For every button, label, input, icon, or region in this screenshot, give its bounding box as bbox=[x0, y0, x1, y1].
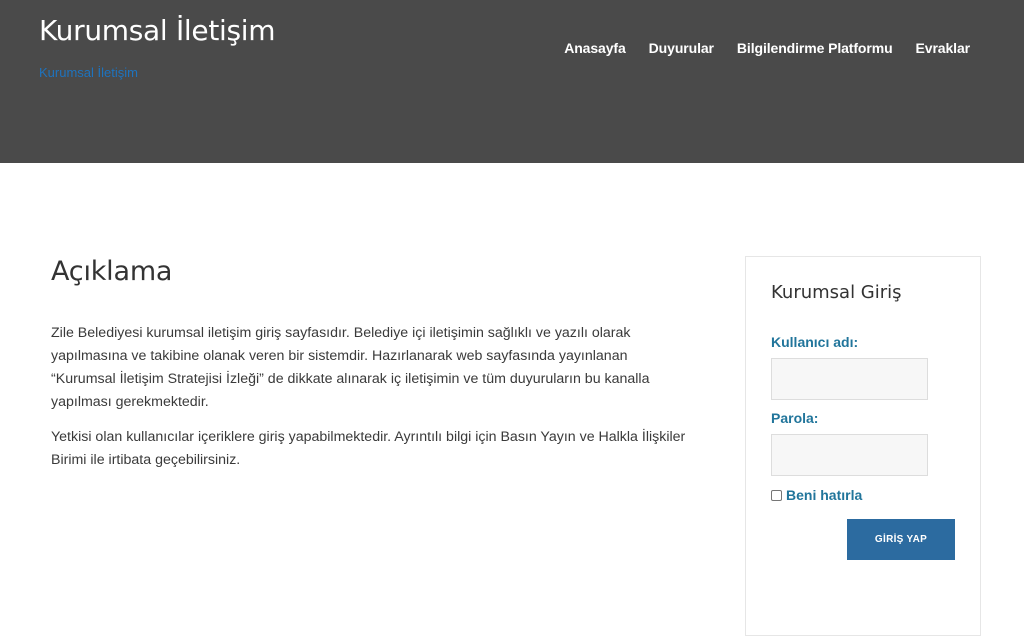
site-title-link[interactable]: Kurumsal İletişim bbox=[39, 14, 276, 47]
login-widget: Kurumsal Giriş Kullanıcı adı: Parola: Be… bbox=[745, 256, 981, 636]
username-label: Kullanıcı adı: bbox=[771, 334, 859, 350]
page-heading: Açıklama bbox=[51, 256, 173, 287]
main-content: Açıklama Zile Belediyesi kurumsal iletiş… bbox=[51, 256, 691, 484]
password-label: Parola: bbox=[771, 410, 819, 426]
description-paragraph: Zile Belediyesi kurumsal iletişim giriş … bbox=[51, 325, 650, 410]
main-navigation: Anasayfa Duyurular Bilgilendirme Platfor… bbox=[541, 40, 970, 56]
login-widget-title: Kurumsal Giriş bbox=[771, 282, 902, 303]
nav-item-duyurular[interactable]: Duyurular bbox=[649, 40, 714, 56]
username-input[interactable] bbox=[771, 358, 928, 400]
password-input[interactable] bbox=[771, 434, 928, 476]
remember-me-checkbox[interactable] bbox=[771, 489, 782, 501]
remember-me[interactable]: Beni hatırla bbox=[771, 487, 862, 503]
remember-me-label[interactable]: Beni hatırla bbox=[786, 487, 862, 503]
site-tagline: Kurumsal İletişim bbox=[39, 65, 138, 80]
nav-item-evraklar[interactable]: Evraklar bbox=[916, 40, 971, 56]
nav-item-anasayfa[interactable]: Anasayfa bbox=[564, 40, 626, 56]
description-paragraph: Yetkisi olan kullanıcılar içeriklere gir… bbox=[51, 429, 686, 468]
nav-item-bilgilendirme-platformu[interactable]: Bilgilendirme Platformu bbox=[737, 40, 893, 56]
login-button[interactable]: GİRİŞ YAP bbox=[847, 519, 955, 560]
site-header: Kurumsal İletişim Kurumsal İletişim Anas… bbox=[0, 0, 1024, 163]
